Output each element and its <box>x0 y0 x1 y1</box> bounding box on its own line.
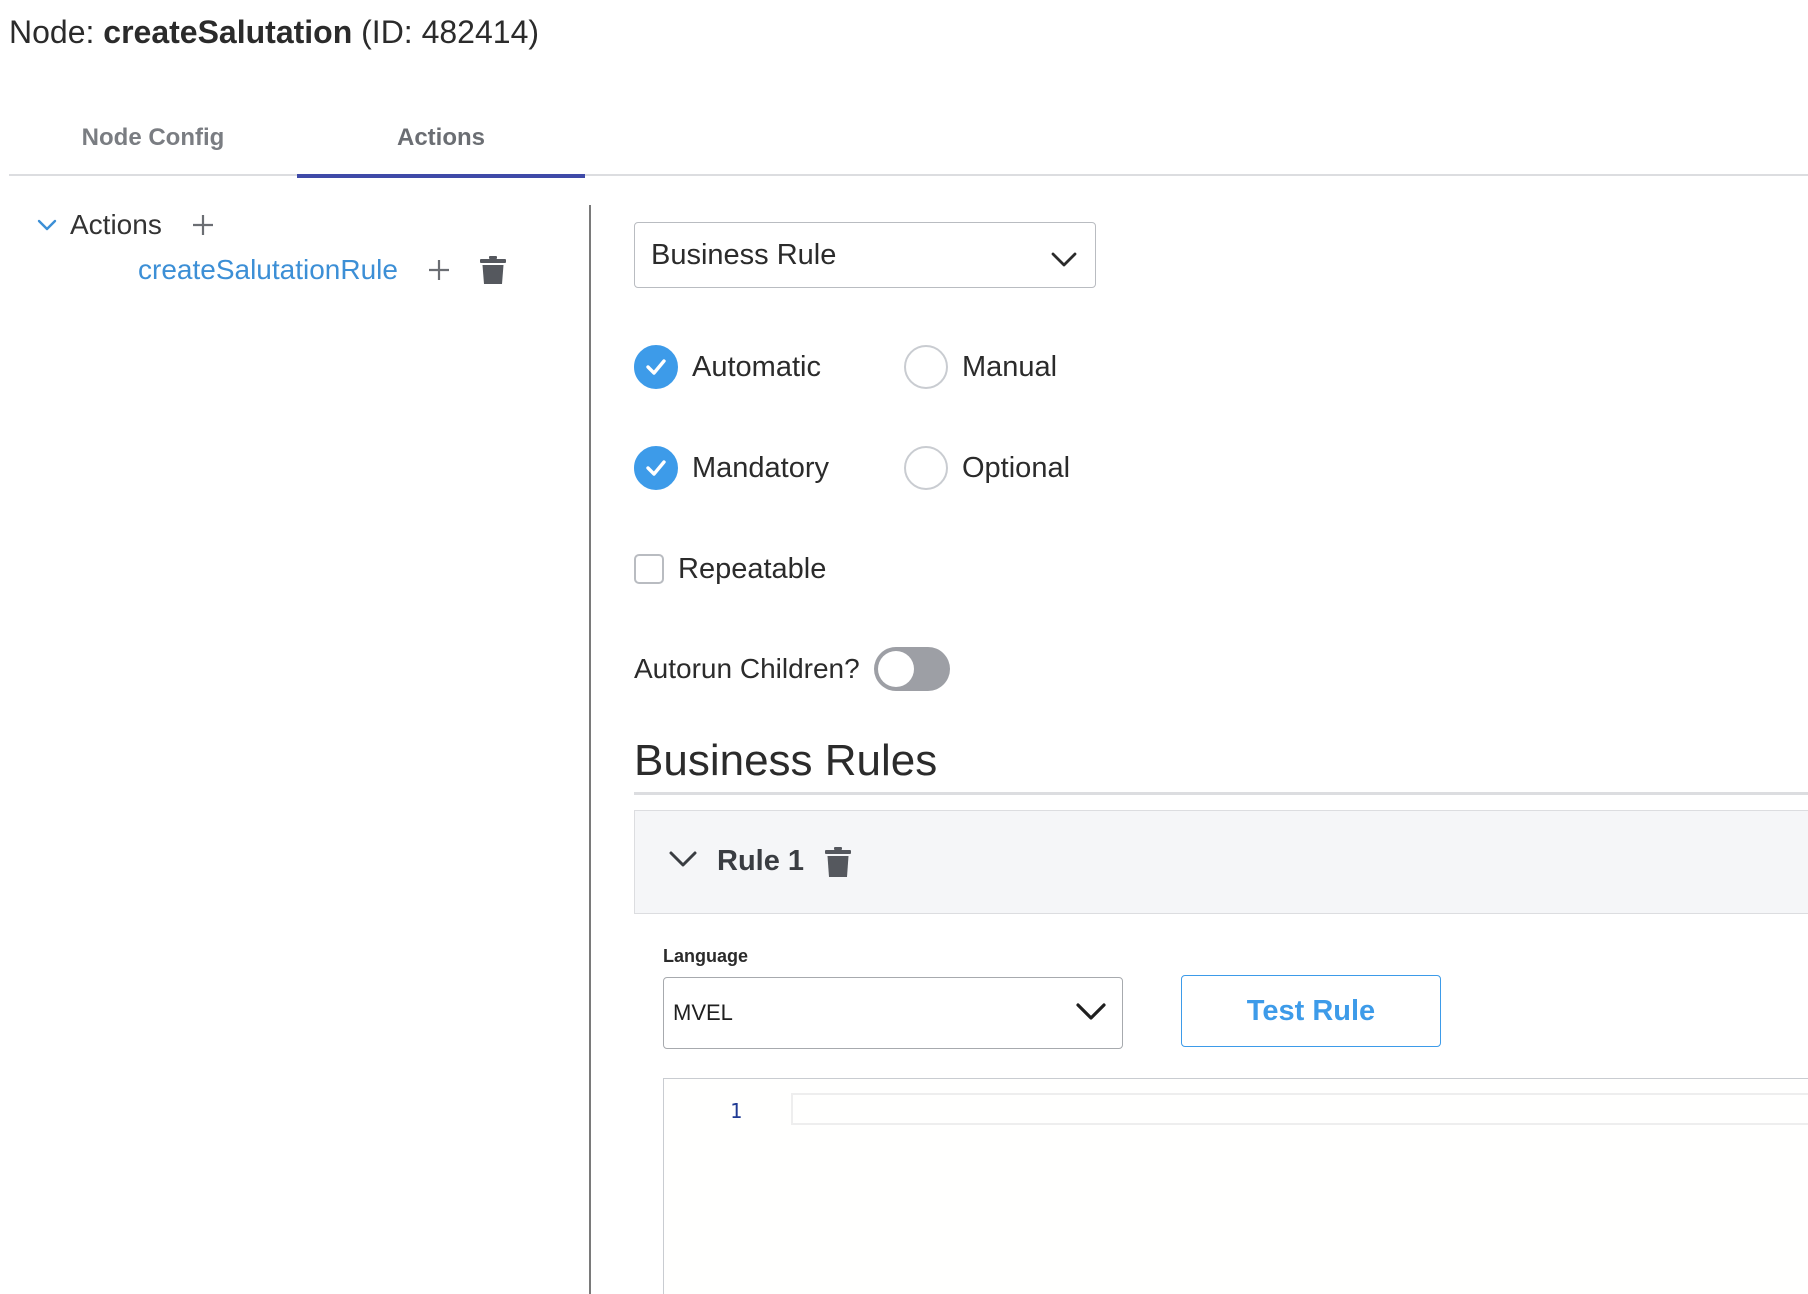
radio-checked-indicator[interactable] <box>634 345 678 389</box>
action-type-select[interactable]: Business Rule <box>634 222 1096 288</box>
radio-manual-label: Manual <box>962 350 1058 383</box>
code-editor[interactable]: 1 <box>663 1078 1808 1294</box>
node-id: (ID: 482414) <box>352 14 540 50</box>
autorun-row: Autorun Children? <box>634 646 950 692</box>
language-select[interactable]: MVEL <box>663 977 1123 1049</box>
autorun-label: Autorun Children? <box>634 653 860 684</box>
toggle-knob <box>877 651 914 687</box>
radio-optional[interactable]: Optional <box>904 446 1070 490</box>
chevron-down-icon[interactable] <box>669 851 697 874</box>
section-divider <box>634 792 1808 795</box>
tree-item-createSalutationRule: createSalutationRule <box>138 250 506 290</box>
chevron-down-icon <box>1051 243 1077 276</box>
language-label: Language <box>663 946 749 966</box>
tab-actions[interactable]: Actions <box>297 100 585 178</box>
delete-rule-trash-icon[interactable] <box>825 847 851 877</box>
rule-header: Rule 1 <box>634 810 1808 914</box>
radio-mandatory-label: Mandatory <box>692 451 830 484</box>
add-child-plus-icon[interactable] <box>426 257 452 283</box>
action-type-value: Business Rule <box>651 238 837 271</box>
autorun-toggle[interactable] <box>873 647 950 691</box>
rule-title: Rule 1 <box>717 845 805 877</box>
radio-unchecked-indicator[interactable] <box>904 446 948 490</box>
chevron-down-icon <box>1076 1002 1106 1028</box>
language-value: MVEL <box>673 1000 733 1025</box>
test-rule-button[interactable]: Test Rule <box>1181 975 1441 1047</box>
radio-optional-label: Optional <box>962 451 1071 484</box>
repeatable-label: Repeatable <box>678 552 827 585</box>
chevron-down-icon[interactable] <box>34 212 60 238</box>
radio-automatic-label: Automatic <box>692 350 821 383</box>
page-title: Node: createSalutation (ID: 482414) <box>9 14 539 51</box>
tree-root-actions[interactable]: Actions <box>34 206 216 244</box>
panel-divider <box>589 205 591 1294</box>
page: Node: createSalutation (ID: 482414) Node… <box>0 0 1808 1294</box>
radio-automatic[interactable]: Automatic <box>634 345 821 389</box>
radio-checked-indicator[interactable] <box>634 446 678 490</box>
repeatable-checkbox-row[interactable]: Repeatable <box>634 552 827 585</box>
checkmark-icon <box>646 359 666 375</box>
title-prefix: Node: <box>9 14 104 50</box>
node-name: createSalutation <box>103 14 353 50</box>
tree-root-label: Actions <box>70 209 162 240</box>
radio-manual[interactable]: Manual <box>904 345 1057 389</box>
business-rules-heading: Business Rules <box>634 736 938 785</box>
add-action-plus-icon[interactable] <box>190 212 216 238</box>
checkmark-icon <box>646 460 666 476</box>
tree-item-label[interactable]: createSalutationRule <box>138 254 398 286</box>
delete-action-trash-icon[interactable] <box>479 256 506 284</box>
radio-unchecked-indicator[interactable] <box>904 345 948 389</box>
tab-bar: Node Config Actions <box>9 100 1808 178</box>
tab-node-config[interactable]: Node Config <box>9 100 297 176</box>
active-line[interactable] <box>791 1093 1808 1125</box>
repeatable-checkbox[interactable] <box>634 554 664 584</box>
radio-mandatory[interactable]: Mandatory <box>634 446 829 490</box>
line-number: 1 <box>730 1099 743 1123</box>
